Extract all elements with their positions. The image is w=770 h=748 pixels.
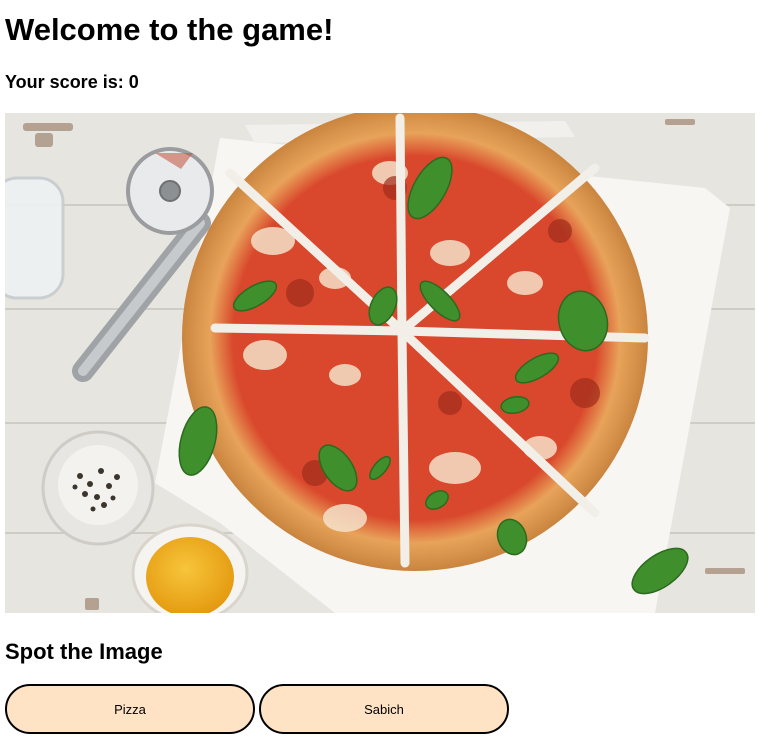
page-title: Welcome to the game! — [5, 12, 334, 47]
quiz-image — [5, 113, 755, 613]
answer-button-sabich[interactable]: Sabich — [259, 684, 509, 734]
answer-button-pizza[interactable]: Pizza — [5, 684, 255, 734]
game-page: Welcome to the game! Your score is: 0 Sp… — [0, 0, 770, 748]
question-title: Spot the Image — [5, 639, 163, 664]
score-label: Your score is: 0 — [5, 72, 139, 92]
